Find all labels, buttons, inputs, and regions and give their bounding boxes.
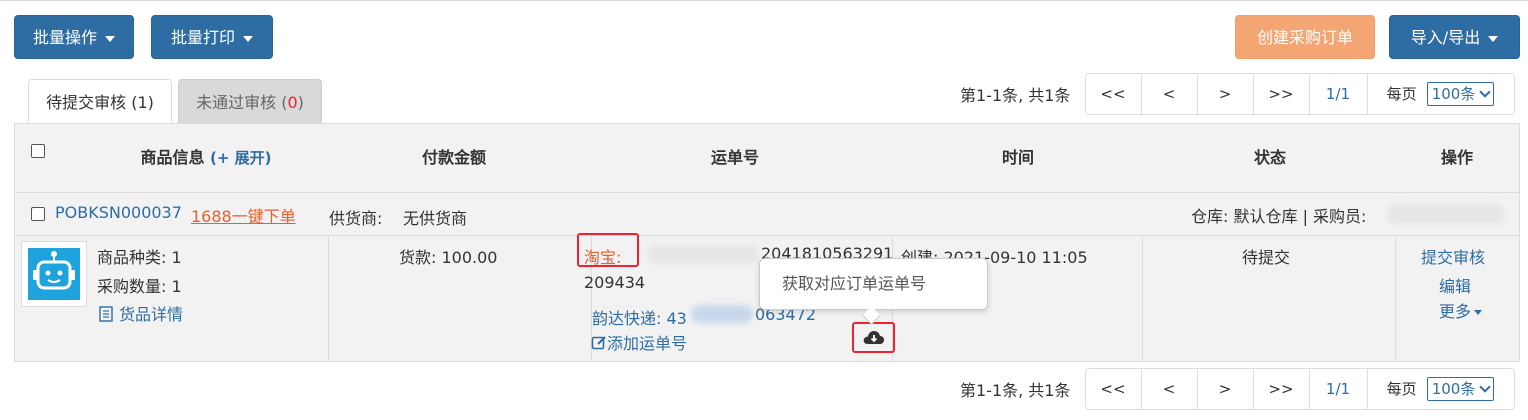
tab-rejected-paren-close: )	[297, 93, 304, 112]
pager-page-indicator: 1/1	[1310, 369, 1368, 409]
supplier-value: 无供货商	[403, 209, 468, 228]
supplier-label: 供货商:	[329, 209, 383, 228]
pager-prev-button[interactable]: <	[1142, 369, 1198, 409]
per-page-label: 每页	[1386, 85, 1417, 103]
tab-pending-count: (1)	[131, 93, 154, 112]
pager-next-button[interactable]: >	[1198, 369, 1254, 409]
batch-print-button[interactable]: 批量打印	[151, 15, 273, 59]
header-time: 时间	[1001, 148, 1034, 167]
robot-icon	[28, 248, 80, 300]
batch-operations-label: 批量操作	[32, 28, 97, 47]
top-divider	[0, 0, 1528, 1]
per-page-select[interactable]: 100条	[1426, 82, 1495, 106]
product-thumbnail[interactable]	[21, 241, 87, 307]
tab-rejected[interactable]: 未通过审核 (0)	[178, 79, 322, 123]
import-export-button[interactable]: 导入/导出	[1389, 15, 1520, 59]
tracking-number-line2: 209434	[584, 273, 646, 292]
status-value: 待提交	[1242, 248, 1291, 267]
pager-first-button[interactable]: <<	[1086, 74, 1142, 114]
create-purchase-order-button[interactable]: 创建采购订单	[1235, 15, 1375, 59]
pager-first-button[interactable]: <<	[1086, 369, 1142, 409]
import-export-label: 导入/导出	[1410, 28, 1481, 47]
redacted-express	[691, 305, 753, 323]
chevron-down-icon	[1479, 381, 1491, 393]
order-header-row: POBKSN000037 1688一键下单 供货商: 无供货商 仓库: 默认仓库…	[15, 193, 1519, 236]
header-tracking: 运单号	[710, 148, 759, 167]
express-prefix: 韵达快递: 43	[592, 309, 687, 328]
column-divider	[328, 236, 329, 361]
header-product: 商品信息 (+ 展开)	[131, 124, 281, 192]
pager-next-button[interactable]: >	[1198, 74, 1254, 114]
tab-rejected-count: 0	[287, 93, 298, 112]
caret-down-icon	[1488, 35, 1499, 42]
header-product-label: 商品信息	[140, 148, 205, 167]
pager-last-button[interactable]: >>	[1254, 369, 1310, 409]
order-checkbox[interactable]	[31, 207, 45, 221]
submit-review-link[interactable]: 提交审核	[1421, 244, 1485, 268]
batch-operations-button[interactable]: 批量操作	[14, 15, 134, 59]
header-action: 操作	[1440, 148, 1473, 167]
payment-amount: 货款: 100.00	[399, 248, 498, 267]
per-page-value: 100条	[1431, 380, 1476, 398]
pager-controls: << < > >> 1/1 每页 100条	[1084, 368, 1515, 410]
purchase-order-table: 商品信息 (+ 展开) 付款金额 运单号 时间 状态 操作 POBKSN0000…	[14, 123, 1520, 362]
pager-top: 第1-1条, 共1条 << < > >> 1/1 每页 100条	[960, 73, 1515, 115]
quick-order-link[interactable]: 1688一键下单	[191, 203, 296, 227]
warehouse-buyer: 仓库: 默认仓库 | 采购员:	[1191, 207, 1367, 226]
pager-per-page: 每页 100条	[1368, 74, 1514, 114]
tab-pending-review[interactable]: 待提交审核 (1)	[28, 79, 172, 124]
pager-last-button[interactable]: >>	[1254, 74, 1310, 114]
product-kinds: 商品种类: 1	[97, 248, 182, 267]
per-page-label: 每页	[1386, 380, 1417, 398]
per-page-select[interactable]: 100条	[1426, 377, 1495, 401]
chevron-down-icon	[1479, 86, 1491, 98]
add-tracking-label: 添加运单号	[607, 334, 688, 353]
table-header: 商品信息 (+ 展开) 付款金额 运单号 时间 状态 操作	[15, 124, 1519, 193]
header-amount: 付款金额	[421, 148, 486, 167]
add-tracking-link[interactable]: 添加运单号	[591, 330, 687, 354]
po-number-link[interactable]: POBKSN000037	[55, 203, 182, 222]
edit-icon	[591, 336, 606, 350]
pager-page-indicator: 1/1	[1310, 74, 1368, 114]
column-divider	[1395, 236, 1396, 361]
more-label: 更多	[1439, 302, 1472, 321]
pager-per-page: 每页 100条	[1368, 369, 1514, 409]
per-page-value: 100条	[1431, 85, 1476, 103]
caret-down-icon	[243, 35, 253, 42]
more-dropdown[interactable]: 更多	[1439, 298, 1483, 322]
caret-down-icon	[105, 35, 115, 42]
tab-pending-label: 待提交审核	[46, 93, 127, 112]
product-detail-label: 货品详情	[119, 305, 184, 324]
pager-summary: 第1-1条, 共1条	[960, 86, 1071, 105]
redacted-buyer	[1387, 204, 1505, 224]
pager-prev-button[interactable]: <	[1142, 74, 1198, 114]
cloud-download-icon	[863, 331, 885, 344]
fetch-tracking-button[interactable]	[862, 327, 886, 349]
header-status: 状态	[1253, 148, 1286, 167]
edit-link[interactable]: 编辑	[1439, 273, 1471, 297]
tooltip: 获取对应订单运单号	[759, 258, 988, 310]
column-divider	[1142, 236, 1143, 361]
purchase-qty: 采购数量: 1	[97, 277, 182, 296]
document-icon	[99, 306, 113, 322]
product-detail-link[interactable]: 货品详情	[99, 301, 183, 325]
tab-rejected-label: 未通过审核	[196, 93, 277, 112]
select-all-checkbox[interactable]	[31, 144, 45, 158]
highlight-taobao-box	[577, 233, 639, 267]
redacted-tracking	[647, 245, 759, 263]
batch-print-label: 批量打印	[170, 28, 235, 47]
caret-down-icon	[1474, 310, 1483, 315]
expand-link[interactable]: (+ 展开)	[210, 149, 272, 167]
pager-summary: 第1-1条, 共1条	[960, 381, 1071, 400]
pager-controls: << < > >> 1/1 每页 100条	[1084, 73, 1515, 115]
pager-bottom: 第1-1条, 共1条 << < > >> 1/1 每页 100条	[960, 368, 1515, 410]
